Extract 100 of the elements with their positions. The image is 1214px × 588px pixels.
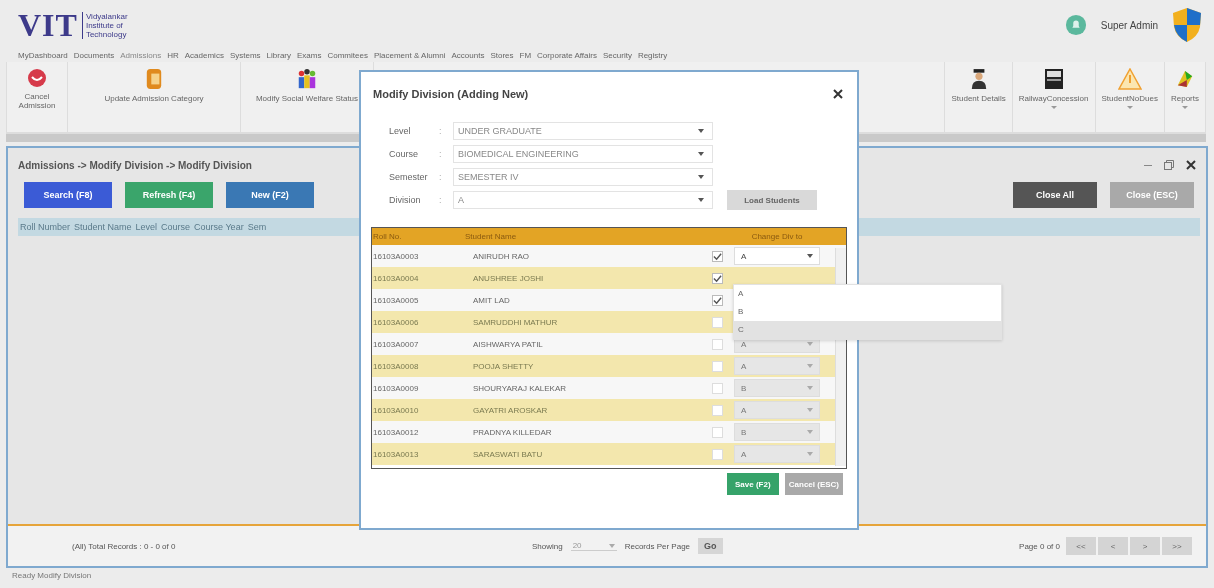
- column-title: Student Name: [465, 232, 518, 241]
- select-field[interactable]: SEMESTER IV: [453, 168, 713, 186]
- table-cell-text: SHOURYARAJ KALEKAR: [472, 383, 568, 393]
- menu-item[interactable]: Security: [603, 50, 632, 62]
- action-button[interactable]: New (F2): [226, 182, 314, 208]
- checkbox[interactable]: [711, 316, 723, 328]
- pager-button[interactable]: >>: [1162, 537, 1192, 555]
- load-students-button[interactable]: Load Students: [727, 190, 817, 210]
- division-select[interactable]: A: [734, 445, 820, 463]
- dropdown-option[interactable]: C: [734, 321, 1001, 339]
- column-title[interactable]: Course Year: [194, 222, 244, 232]
- close-button[interactable]: Close All: [1013, 182, 1097, 208]
- checkbox[interactable]: [711, 382, 723, 394]
- menu-item[interactable]: FM: [519, 50, 532, 62]
- checkbox[interactable]: [711, 404, 723, 416]
- table-cell-text: SARASWATI BATU: [472, 449, 544, 459]
- showing-label: Showing: [532, 541, 563, 551]
- checkbox[interactable]: [711, 338, 723, 350]
- warning-icon: [1117, 68, 1142, 90]
- menu-item[interactable]: Academics: [184, 50, 224, 62]
- table-cell-text: 16103A0007: [372, 339, 420, 349]
- page-size-select[interactable]: 20: [570, 541, 617, 551]
- menu-item[interactable]: Exams: [297, 50, 322, 62]
- restore-icon[interactable]: [1164, 160, 1174, 170]
- menu-item[interactable]: Admissions: [120, 50, 162, 62]
- action-button[interactable]: Search (F8): [24, 182, 112, 208]
- user-name[interactable]: Super Admin: [1100, 19, 1158, 31]
- select-field[interactable]: UNDER GRADUATE: [453, 122, 713, 140]
- select-field[interactable]: BIOMEDICAL ENGINEERING: [453, 145, 713, 163]
- record-count: (All) Total Records : 0 - 0 of 0: [72, 541, 176, 551]
- toolbar-button[interactable]: StudentNoDues: [1094, 62, 1164, 132]
- column-title: Change Div to: [750, 232, 804, 241]
- toolbar-button[interactable]: Cancel Admission: [7, 62, 68, 132]
- menu-item[interactable]: Corporate Affairs: [537, 50, 597, 62]
- table-cell-text: AISHWARYA PATIL: [472, 339, 544, 349]
- close-icon[interactable]: [1186, 160, 1196, 170]
- column-title[interactable]: Student Name: [74, 222, 132, 232]
- menu-item[interactable]: Library: [266, 50, 291, 62]
- people-icon: [296, 68, 318, 90]
- dropdown-option[interactable]: B: [734, 303, 1001, 321]
- table-cell-text: 16103A0009: [372, 383, 420, 393]
- menu-item[interactable]: Accounts: [451, 50, 485, 62]
- division-select[interactable]: B: [734, 379, 820, 397]
- division-select[interactable]: A: [734, 401, 820, 419]
- toolbar-button[interactable]: Reports: [1164, 62, 1205, 132]
- table-cell-text: 16103A0012: [372, 427, 420, 437]
- colon: :: [439, 172, 443, 182]
- institute-name: Institute of: [85, 20, 123, 30]
- menu-item[interactable]: Registry: [637, 50, 668, 62]
- division-select[interactable]: A: [734, 247, 820, 265]
- table-cell-text: 16103A0004: [372, 273, 420, 283]
- save-button[interactable]: Save (F2): [726, 473, 779, 495]
- column-title: Roll No.: [372, 232, 403, 241]
- dropdown-option[interactable]: A: [734, 285, 1001, 303]
- toolbar-button[interactable]: RailwayConcession: [1011, 62, 1095, 132]
- notification-icon[interactable]: [1064, 14, 1087, 36]
- checkbox[interactable]: [711, 272, 723, 284]
- toolbar-button[interactable]: Update Admission Category: [68, 62, 241, 132]
- column-title[interactable]: Course: [161, 222, 191, 232]
- checkbox[interactable]: [711, 426, 723, 438]
- close-icon[interactable]: [833, 89, 843, 99]
- pager-button[interactable]: <: [1098, 537, 1128, 555]
- action-button[interactable]: Refresh (F4): [125, 182, 213, 208]
- menu-item[interactable]: Systems: [229, 50, 261, 62]
- checkbox[interactable]: [711, 448, 723, 460]
- graduate-icon: [969, 68, 988, 90]
- field-label: Semester: [389, 172, 429, 182]
- select-field[interactable]: A: [453, 191, 713, 209]
- toolbar-button[interactable]: Student Details: [944, 62, 1012, 132]
- menu-item[interactable]: Stores: [490, 50, 514, 62]
- column-title[interactable]: Level: [135, 222, 158, 232]
- checkbox[interactable]: [711, 360, 723, 372]
- minimize-icon[interactable]: [1144, 164, 1152, 166]
- dialog-title: Modify Division (Adding New): [373, 88, 529, 100]
- logo-text: VIT: [18, 6, 78, 44]
- menu-item[interactable]: Commitees: [327, 50, 368, 62]
- status-text: Ready Modify Division: [12, 571, 92, 580]
- checkbox[interactable]: [711, 250, 723, 262]
- pager-button[interactable]: <<: [1066, 537, 1096, 555]
- field-label: Course: [389, 149, 419, 159]
- table-cell-text: 16103A0005: [372, 295, 420, 305]
- menu-item[interactable]: Placement & Alumni: [373, 50, 446, 62]
- checkbox[interactable]: [711, 294, 723, 306]
- table-cell-text: ANIRUDH RAO: [472, 251, 530, 261]
- records-per-page-label: Records Per Page: [624, 541, 691, 551]
- field-label: Level: [389, 126, 412, 136]
- go-button[interactable]: Go: [698, 538, 723, 554]
- column-title[interactable]: Sem: [247, 222, 267, 232]
- table-cell-text: 16103A0003: [372, 251, 420, 261]
- colon: :: [439, 126, 443, 136]
- table-cell-text: POOJA SHETTY: [472, 361, 535, 371]
- menu-item[interactable]: MyDashboard: [18, 50, 68, 62]
- division-select[interactable]: A: [734, 357, 820, 375]
- menu-item[interactable]: HR: [167, 50, 179, 62]
- pager-button[interactable]: >: [1130, 537, 1160, 555]
- table-cell-text: PRADNYA KILLEDAR: [472, 427, 553, 437]
- division-select[interactable]: B: [734, 423, 820, 441]
- column-title[interactable]: Roll Number: [20, 222, 70, 232]
- table-cell-text: ANUSHREE JOSHI: [472, 273, 545, 283]
- menu-item[interactable]: Documents: [73, 50, 115, 62]
